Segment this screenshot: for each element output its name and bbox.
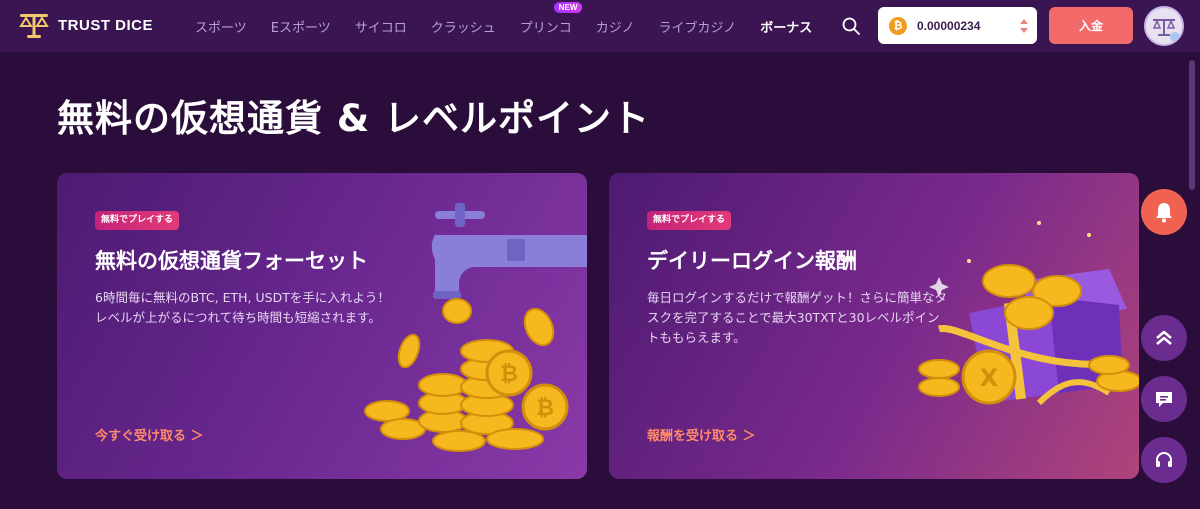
nav-item-dice[interactable]: サイコロ [355, 17, 407, 36]
claim-now-link[interactable]: 今すぐ受け取る ＞ [95, 425, 204, 444]
notifications-button[interactable] [1141, 189, 1187, 235]
new-badge: NEW [553, 1, 583, 13]
nav-item-live-casino[interactable]: ライブカジノ [659, 17, 737, 36]
top-navigation-bar: TRUST DICE スポーツ Eスポーツ サイコロ クラッシュ プリンコ NE… [0, 0, 1200, 52]
nav-item-esports[interactable]: Eスポーツ [271, 17, 331, 36]
nav-item-bonus[interactable]: ボーナス [760, 17, 812, 36]
daily-login-card-title: デイリーログイン報酬 [647, 249, 857, 273]
search-icon[interactable] [840, 15, 862, 37]
avatar-scale-icon [1152, 19, 1180, 42]
live-chat-button[interactable] [1141, 376, 1187, 422]
nav-item-crash[interactable]: クラッシュ [431, 17, 496, 36]
scroll-to-top-button[interactable] [1141, 315, 1187, 361]
deposit-button[interactable]: 入金 [1049, 7, 1133, 44]
headset-icon [1156, 452, 1172, 467]
user-avatar[interactable] [1144, 6, 1184, 46]
nav-item-plinko[interactable]: プリンコ NEW [519, 1, 583, 36]
nav-item-casino[interactable]: カジノ [596, 17, 635, 36]
svg-text:₿: ₿ [500, 362, 518, 387]
chat-icon [1156, 392, 1172, 407]
nav-item-sports[interactable]: スポーツ [195, 17, 247, 36]
claim-reward-link[interactable]: 報酬を受け取る ＞ [647, 425, 756, 444]
brand-logo[interactable]: TRUST DICE [18, 10, 153, 40]
daily-login-card[interactable]: 無料でプレイする デイリーログイン報酬 毎日ログインするだけで報酬ゲット！さらに… [609, 173, 1139, 479]
svg-text:₿: ₿ [536, 396, 554, 421]
free-play-tag: 無料でプレイする [95, 211, 180, 230]
faucet-card[interactable]: 無料でプレイする 無料の仮想通貨フォーセット 6時間毎に無料のBTC, ETH,… [57, 173, 587, 479]
free-play-tag: 無料でプレイする [647, 211, 732, 230]
chevrons-up-icon [1156, 330, 1172, 345]
nav-item-plinko-label: プリンコ [519, 20, 572, 36]
faucet-coins-illustration: ₿ ₿ [364, 203, 587, 452]
page-scrollbar[interactable] [1189, 60, 1195, 190]
faucet-card-title: 無料の仮想通貨フォーセット [95, 249, 368, 273]
wallet-balance-selector[interactable]: ₿ 0.00000234 [878, 7, 1037, 44]
page-title: 無料の仮想通貨 & レベルポイント [57, 97, 651, 140]
daily-login-card-description: 毎日ログインするだけで報酬ゲット！さらに簡単なタスクを完了することで最大30TX… [647, 290, 948, 345]
gift-box-coins-illustration: X [918, 221, 1139, 406]
wallet-balance: 0.00000234 [917, 18, 981, 33]
bell-icon [1156, 203, 1172, 223]
svg-text:X: X [980, 364, 999, 392]
main-nav: スポーツ Eスポーツ サイコロ クラッシュ プリンコ NEW カジノ ライブカジ… [195, 0, 836, 52]
trustdice-logo-icon [19, 14, 49, 38]
sort-arrows-icon [1020, 19, 1028, 33]
brand-name: TRUST DICE [58, 16, 153, 34]
bitcoin-icon: ₿ [889, 16, 907, 35]
customer-support-button[interactable] [1141, 437, 1187, 483]
